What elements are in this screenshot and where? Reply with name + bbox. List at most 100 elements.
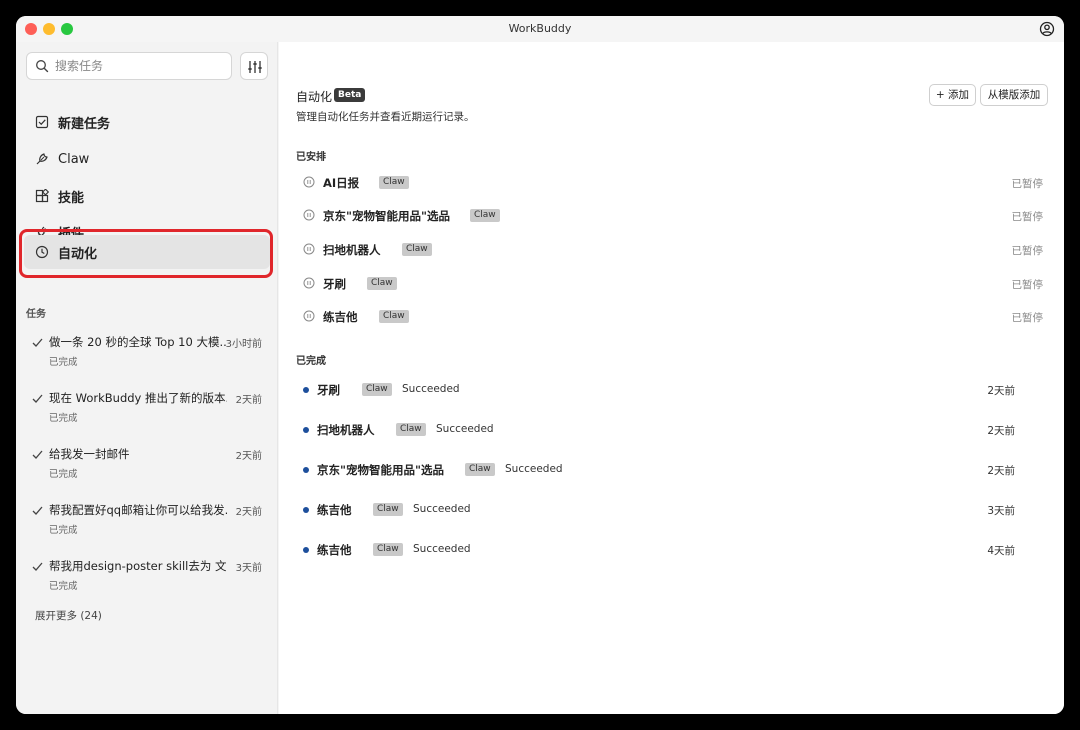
search-box[interactable] <box>26 52 232 80</box>
window-title: WorkBuddy <box>508 22 572 35</box>
skills-icon <box>35 189 49 203</box>
run-time: 4天前 <box>987 545 1015 557</box>
task-title: 帮我配置好qq邮箱让你可以给我发... <box>49 503 227 517</box>
nav-claw[interactable]: Claw <box>24 142 270 176</box>
page-title: 自动化 <box>296 90 333 104</box>
task-title: 现在 WorkBuddy 推出了新的版本... <box>49 391 227 405</box>
status-dot <box>303 427 309 433</box>
scheduled-item[interactable]: 牙刷 Claw 已暂停 <box>303 274 1043 294</box>
show-more-link[interactable]: 展开更多 (24) <box>35 608 102 623</box>
task-status: 已完成 <box>49 469 78 480</box>
claw-tag: Claw <box>396 423 426 436</box>
nav-skills[interactable]: 技能 <box>24 179 270 213</box>
app-window: WorkBuddy 搜索任务 新建任务 Claw 技能 插件 自动化 任务 做一… <box>16 16 1064 714</box>
filter-button[interactable] <box>240 52 268 80</box>
task-item[interactable]: 帮我用design-poster skill去为 文... 3天前 已完成 <box>32 558 264 598</box>
sliders-icon <box>248 61 262 73</box>
task-title: 给我发一封邮件 <box>49 447 130 461</box>
claw-tag: Claw <box>402 243 432 256</box>
claw-tag: Claw <box>373 503 403 516</box>
scheduled-item[interactable]: AI日报 Claw 已暂停 <box>303 173 1043 193</box>
task-item[interactable]: 给我发一封邮件 2天前 已完成 <box>32 446 264 486</box>
completed-item[interactable]: 练吉他 Claw Succeeded 3天前 <box>303 500 1015 520</box>
task-item[interactable]: 做一条 20 秒的全球 Top 10 大模... 3小时前 已完成 <box>32 334 264 374</box>
task-status: 已完成 <box>49 357 78 368</box>
search-icon <box>36 60 49 73</box>
beta-badge: Beta <box>334 88 366 102</box>
run-time: 2天前 <box>987 425 1015 437</box>
add-from-template-button[interactable]: 从模版添加 <box>980 84 1048 106</box>
completed-name: 练吉他 <box>317 543 352 557</box>
new-task-icon <box>35 115 49 129</box>
completed-item[interactable]: 扫地机器人 Claw Succeeded 2天前 <box>303 420 1015 440</box>
run-result: Succeeded <box>402 383 460 395</box>
claw-icon <box>36 153 48 165</box>
task-time: 2天前 <box>235 395 262 406</box>
scheduled-name: 扫地机器人 <box>323 243 381 257</box>
task-time: 3天前 <box>235 563 262 574</box>
title-bar: WorkBuddy <box>16 16 1064 42</box>
tasks-section-label: 任务 <box>26 309 46 320</box>
run-result: Succeeded <box>505 463 563 475</box>
task-title: 做一条 20 秒的全球 Top 10 大模... <box>49 335 227 349</box>
scheduled-section-label: 已安排 <box>296 152 326 163</box>
task-item[interactable]: 帮我配置好qq邮箱让你可以给我发... 2天前 已完成 <box>32 502 264 542</box>
task-status: 已完成 <box>49 525 78 536</box>
run-result: Succeeded <box>413 543 471 555</box>
check-icon <box>32 450 43 459</box>
scheduled-name: 京东"宠物智能用品"选品 <box>323 209 450 223</box>
completed-item[interactable]: 练吉他 Claw Succeeded 4天前 <box>303 540 1015 560</box>
page-subtitle: 管理自动化任务并查看近期运行记录。 <box>296 111 475 123</box>
nav-claw-label: Claw <box>58 151 90 167</box>
search-input[interactable] <box>55 57 225 75</box>
check-icon <box>32 562 43 571</box>
scheduled-item[interactable]: 京东"宠物智能用品"选品 Claw 已暂停 <box>303 206 1043 226</box>
run-time: 3天前 <box>987 505 1015 517</box>
status-dot <box>303 387 309 393</box>
check-icon <box>32 338 43 347</box>
scheduled-name: AI日报 <box>323 176 360 190</box>
check-icon <box>32 506 43 515</box>
scheduled-state: 已暂停 <box>1011 211 1044 223</box>
pause-icon <box>303 277 315 289</box>
scheduled-name: 练吉他 <box>323 310 358 324</box>
check-icon <box>32 394 43 403</box>
task-item[interactable]: 现在 WorkBuddy 推出了新的版本... 2天前 已完成 <box>32 390 264 430</box>
add-button[interactable]: + 添加 <box>929 84 976 106</box>
person-circle-icon[interactable] <box>1039 21 1055 37</box>
scheduled-state: 已暂停 <box>1011 245 1044 257</box>
completed-item[interactable]: 京东"宠物智能用品"选品 Claw Succeeded 2天前 <box>303 460 1015 480</box>
highlight-annotation <box>19 229 273 278</box>
run-time: 2天前 <box>987 465 1015 477</box>
claw-tag: Claw <box>373 543 403 556</box>
scheduled-item[interactable]: 扫地机器人 Claw 已暂停 <box>303 240 1043 260</box>
scheduled-state: 已暂停 <box>1011 279 1044 291</box>
task-time: 3小时前 <box>225 339 262 350</box>
claw-tag: Claw <box>470 209 500 222</box>
run-result: Succeeded <box>413 503 471 515</box>
scheduled-state: 已暂停 <box>1011 178 1044 190</box>
scheduled-state: 已暂停 <box>1011 312 1044 324</box>
claw-tag: Claw <box>465 463 495 476</box>
claw-tag: Claw <box>379 176 409 189</box>
task-time: 2天前 <box>235 451 262 462</box>
scheduled-item[interactable]: 练吉他 Claw 已暂停 <box>303 307 1043 327</box>
status-dot <box>303 547 309 553</box>
pause-icon <box>303 243 315 255</box>
claw-tag: Claw <box>362 383 392 396</box>
status-dot <box>303 467 309 473</box>
sidebar: 新建任务 Claw 技能 插件 <box>16 42 278 714</box>
pause-icon <box>303 209 315 221</box>
nav-new-task[interactable]: 新建任务 <box>24 105 270 139</box>
task-time: 2天前 <box>235 507 262 518</box>
claw-tag: Claw <box>367 277 397 290</box>
nav-skills-label: 技能 <box>58 190 85 206</box>
completed-item[interactable]: 牙刷 Claw Succeeded 2天前 <box>303 380 1015 400</box>
run-result: Succeeded <box>436 423 494 435</box>
completed-name: 扫地机器人 <box>317 423 375 437</box>
pause-icon <box>303 310 315 322</box>
nav-new-task-label: 新建任务 <box>58 116 111 132</box>
task-status: 已完成 <box>49 413 78 424</box>
run-time: 2天前 <box>987 385 1015 397</box>
claw-tag: Claw <box>379 310 409 323</box>
